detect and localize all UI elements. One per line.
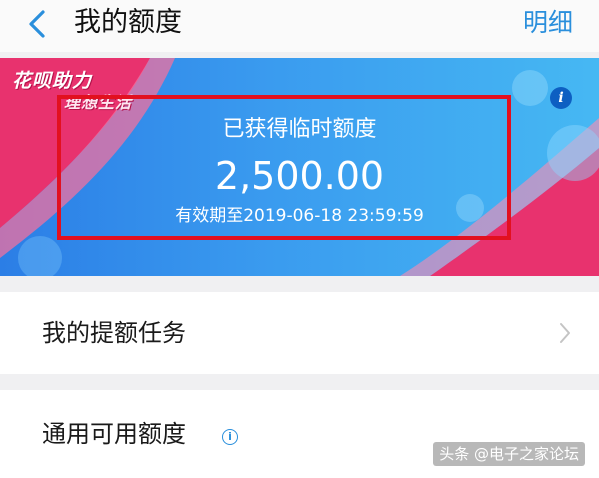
navigation-bar: 我的额度 明细 <box>0 0 599 52</box>
page-title: 我的额度 <box>74 7 182 38</box>
chevron-right-icon <box>560 323 570 343</box>
general-credit-label: 通用可用额度 <box>42 420 186 448</box>
back-button[interactable] <box>22 6 52 42</box>
temporary-credit-amount: 2,500.00 <box>214 154 385 198</box>
credit-tasks-label: 我的提额任务 <box>42 319 186 347</box>
brand-logo-line1: 花呗助力 <box>12 70 93 92</box>
back-arrow-icon <box>29 10 45 38</box>
info-icon[interactable]: i <box>550 87 572 109</box>
credit-tasks-row[interactable]: 我的提额任务 <box>0 292 599 374</box>
detail-link[interactable]: 明细 <box>523 5 573 41</box>
temporary-credit-banner: 花呗助力 理想生活 i 已获得临时额度 2,500.00 有效期至2019-06… <box>0 58 599 276</box>
temporary-credit-label: 已获得临时额度 <box>222 117 377 142</box>
watermark: 头条 @电子之家论坛 <box>433 442 585 466</box>
validity-period: 有效期至2019-06-18 23:59:59 <box>175 206 424 226</box>
circle-info-icon[interactable]: i <box>222 429 238 445</box>
